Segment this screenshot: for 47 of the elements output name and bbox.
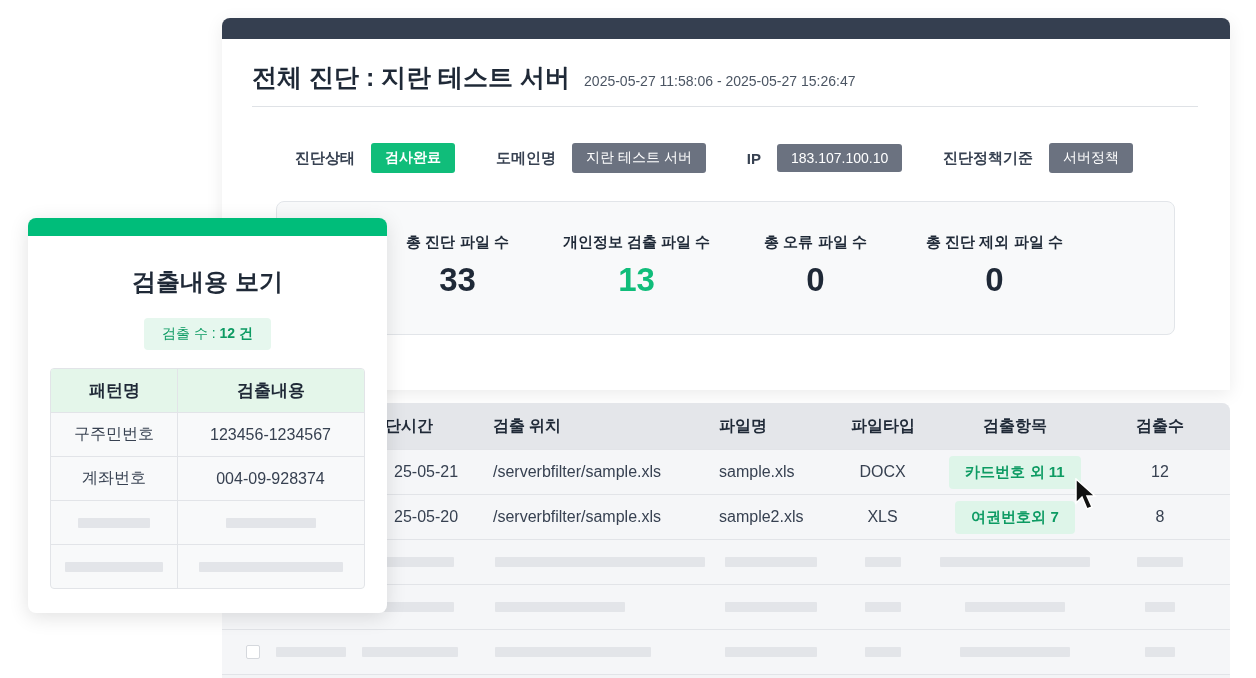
stat-label: 총 오류 파일 수: [764, 233, 867, 252]
info-label: 도메인명: [496, 148, 556, 168]
info-label: IP: [746, 149, 761, 167]
stat-label: 개인정보 검출 파일 수: [562, 233, 711, 252]
stat-label: 총 진단 제외 파일 수: [926, 233, 1063, 252]
table-cell: 계좌번호: [51, 457, 178, 500]
column-header: 단시간: [385, 415, 433, 436]
column-header: 검출내용: [235, 380, 306, 402]
skeleton-bar: [384, 602, 454, 612]
info-tag: 서버정책: [1049, 143, 1134, 173]
popup-title: 검출내용 보기: [132, 267, 283, 297]
stat-value: 0: [806, 261, 825, 299]
column-header: 검출항목: [983, 415, 1047, 436]
detected-items-tag[interactable]: 여권번호외 7: [955, 500, 1075, 534]
detection-count-badge: 검출 수 : 12 건: [144, 318, 271, 350]
info-label: 진단정책기준: [943, 148, 1034, 168]
table-cell: /serverbfilter/sample.xls: [493, 508, 662, 526]
column-header: 검출수: [1136, 415, 1184, 436]
table-cell-text: 123456-1234567: [209, 424, 332, 445]
skeleton-bar: [384, 557, 454, 567]
table-cell: 구주민번호: [51, 413, 178, 456]
table-cell: XLS: [867, 508, 898, 526]
table-cell: 8: [1155, 508, 1165, 526]
table-cell-text: 004-09-928374: [215, 468, 326, 489]
report-title: 전체 진단 : 지란 테스트 서버: [252, 62, 571, 93]
column-header: 파일명: [719, 415, 767, 436]
stat-value: 0: [985, 261, 1004, 299]
table-cell: sample2.xls: [719, 508, 804, 526]
stat-label: 총 진단 파일 수: [406, 233, 509, 252]
info-tag: 183.107.100.10: [776, 144, 903, 172]
column-header: 패턴명: [51, 369, 178, 412]
column-header: 검출 위치: [493, 415, 562, 436]
date-range: 2025-05-27 11:58:06 - 2025-05-27 15:26:47: [584, 73, 856, 89]
stat-value: 33: [439, 261, 476, 299]
table-cell: 25-05-21: [394, 463, 459, 481]
table-cell: DOCX: [859, 463, 906, 481]
status-badge: 검사완료: [371, 143, 455, 173]
info-label: 진단상태: [295, 148, 355, 168]
info-tag: 지란 테스트 서버: [572, 143, 706, 173]
stat-value: 13: [618, 261, 655, 299]
column-header: 파일타입: [850, 415, 915, 436]
table-cell: 12: [1151, 463, 1169, 481]
detected-items-tag[interactable]: 카드번호 외 11: [949, 455, 1081, 489]
table-cell: sample.xls: [719, 463, 795, 481]
checkbox[interactable]: [246, 645, 260, 659]
table-cell: /serverbfilter/sample.xls: [493, 463, 662, 481]
table-cell: 25-05-20: [394, 508, 459, 526]
